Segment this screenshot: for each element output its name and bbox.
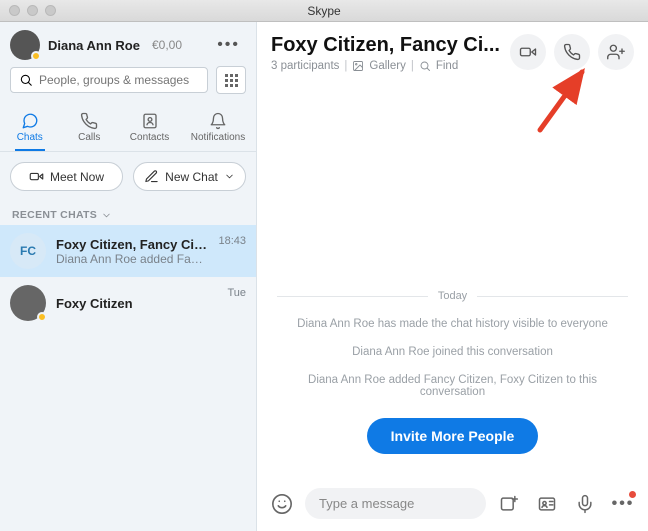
add-people-button[interactable] [598, 34, 634, 70]
gallery-icon [352, 60, 364, 72]
dialpad-button[interactable] [216, 66, 246, 94]
more-icon[interactable]: ••• [211, 36, 246, 54]
contacts-icon [141, 112, 159, 130]
card-icon [537, 494, 557, 514]
tab-notifications[interactable]: Notifications [185, 108, 251, 151]
tab-chats[interactable]: Chats [5, 108, 55, 151]
chat-name: Foxy Citizen [56, 296, 217, 311]
phone-icon [80, 112, 98, 130]
chevron-down-icon [101, 210, 112, 221]
meet-now-label: Meet Now [50, 170, 104, 184]
contact-card-button[interactable] [532, 489, 562, 519]
invite-more-button[interactable]: Invite More People [367, 418, 539, 454]
system-message: Diana Ann Roe has made the chat history … [277, 318, 628, 330]
voice-message-button[interactable] [570, 489, 600, 519]
new-chat-label: New Chat [165, 170, 218, 184]
status-away-icon [37, 312, 47, 322]
tab-chats-label: Chats [17, 132, 43, 143]
tab-calls[interactable]: Calls [64, 108, 114, 151]
chat-avatar [10, 285, 46, 321]
compose-icon [144, 169, 159, 184]
main-panel: Foxy Citizen, Fancy Ci... 3 participants… [257, 22, 648, 531]
audio-call-button[interactable] [554, 34, 590, 70]
message-input[interactable]: Type a message [305, 488, 486, 519]
chat-time: 18:43 [218, 235, 246, 247]
chat-name: Foxy Citizen, Fancy Citizen [56, 237, 208, 252]
add-files-button[interactable] [494, 489, 524, 519]
chat-item[interactable]: Foxy Citizen Tue [0, 277, 256, 329]
meet-now-button[interactable]: Meet Now [10, 162, 123, 191]
more-options-button[interactable]: ••• [608, 489, 638, 519]
chevron-down-icon [224, 171, 235, 182]
new-chat-button[interactable]: New Chat [133, 162, 246, 191]
search-field[interactable] [39, 73, 199, 87]
video-call-button[interactable] [510, 34, 546, 70]
search-icon [19, 73, 33, 87]
tab-notifications-label: Notifications [191, 132, 245, 143]
user-name[interactable]: Diana Ann Roe [48, 38, 140, 53]
tab-contacts-label: Contacts [130, 132, 169, 143]
video-icon [519, 43, 537, 61]
emoji-icon [271, 493, 293, 515]
chat-preview: Diana Ann Roe added Fancy … [56, 252, 208, 266]
gallery-link[interactable]: Gallery [369, 60, 405, 72]
find-link[interactable]: Find [436, 60, 458, 72]
user-balance[interactable]: €0,00 [152, 38, 182, 52]
tab-contacts[interactable]: Contacts [124, 108, 175, 151]
add-user-icon [607, 43, 625, 61]
day-divider: Today [277, 290, 628, 302]
system-message: Diana Ann Roe added Fancy Citizen, Foxy … [277, 374, 628, 398]
chat-avatar: FC [10, 233, 46, 269]
tab-calls-label: Calls [78, 132, 100, 143]
recent-chats-header[interactable]: RECENT CHATS [0, 201, 256, 225]
window-titlebar: Skype [0, 0, 648, 22]
chat-icon [21, 112, 39, 130]
video-icon [29, 169, 44, 184]
search-icon [419, 60, 431, 72]
user-avatar[interactable] [10, 30, 40, 60]
image-plus-icon [499, 494, 519, 514]
dialpad-icon [225, 74, 238, 87]
status-away-icon [31, 51, 41, 61]
conversation-title[interactable]: Foxy Citizen, Fancy Ci... [271, 34, 502, 57]
system-message: Diana Ann Roe joined this conversation [277, 346, 628, 358]
notification-badge [629, 491, 636, 498]
phone-icon [563, 43, 581, 61]
chat-item[interactable]: FC Foxy Citizen, Fancy Citizen Diana Ann… [0, 225, 256, 277]
window-title: Skype [0, 4, 648, 18]
sidebar: Diana Ann Roe €0,00 ••• Chats Calls [0, 22, 257, 531]
participants-link[interactable]: 3 participants [271, 60, 339, 72]
bell-icon [209, 112, 227, 130]
chat-time: Tue [227, 287, 246, 299]
search-input[interactable] [10, 67, 208, 93]
emoji-button[interactable] [267, 489, 297, 519]
microphone-icon [575, 494, 595, 514]
